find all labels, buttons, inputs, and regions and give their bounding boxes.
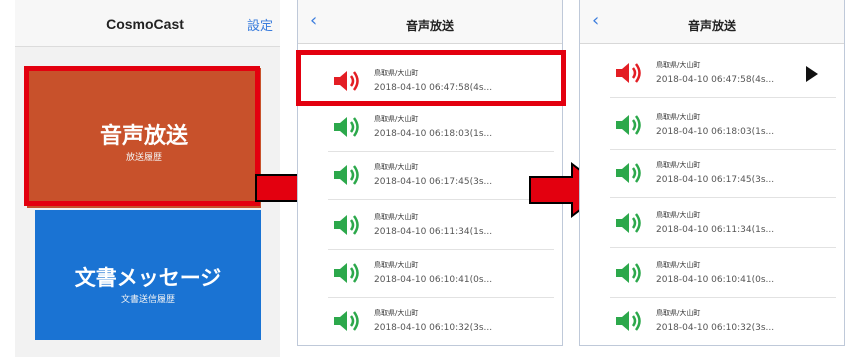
speaker-icon [616,311,641,331]
home-header: CosmoCast 設定 [15,0,280,47]
item-location: 鳥取県/大山町 [374,309,419,317]
item-location: 鳥取県/大山町 [374,213,419,221]
item-location: 鳥取県/大山町 [374,261,419,269]
speaker-icon [616,263,641,283]
item-location: 鳥取県/大山町 [656,261,701,269]
item-datetime: 2018-04-10 06:18:03(1s... [374,129,493,139]
item-datetime: 2018-04-10 06:17:45(3s... [374,177,493,187]
audio-list-screen-playing: ‹ 音声放送 鳥取県/大山町 2018-04-10 06:47:58(4s...… [579,0,845,346]
speaker-icon [616,163,641,183]
app-title: CosmoCast [106,16,184,32]
settings-button[interactable]: 設定 [247,15,273,34]
list-item[interactable]: 鳥取県/大山町 2018-04-10 06:18:03(1s... [580,100,844,150]
document-message-tile[interactable]: 文書メッセージ 文書送信履歴 [35,210,261,340]
item-datetime: 2018-04-10 06:10:41(0s... [374,275,493,285]
speaker-icon [334,117,359,137]
tile-highlight-box [24,66,260,206]
list-item[interactable]: 鳥取県/大山町 2018-04-10 06:10:41(0s... [580,248,844,298]
item-datetime: 2018-04-10 06:11:34(1s... [374,227,493,237]
item-datetime: 2018-04-10 06:18:03(1s... [656,127,775,137]
list-item[interactable]: 鳥取県/大山町 2018-04-10 06:47:58(4s... [580,48,844,98]
speaker-icon [334,215,359,235]
list-item[interactable]: 鳥取県/大山町 2018-04-10 06:10:41(0s... [298,248,562,298]
item-datetime: 2018-04-10 06:10:32(3s... [656,323,775,333]
item-location: 鳥取県/大山町 [656,309,701,317]
item-datetime: 2018-04-10 06:10:41(0s... [656,275,775,285]
item-datetime: 2018-04-10 06:17:45(3s... [656,175,775,185]
speaker-icon [334,165,359,185]
list-item[interactable]: 鳥取県/大山町 2018-04-10 06:18:03(1s... [298,102,562,152]
item-highlight-box [296,50,566,106]
item-location: 鳥取県/大山町 [656,211,701,219]
list-item[interactable]: 鳥取県/大山町 2018-04-10 06:10:32(3s... [580,296,844,346]
list-item[interactable]: 鳥取県/大山町 2018-04-10 06:11:34(1s... [580,198,844,248]
list-item[interactable]: 鳥取県/大山町 2018-04-10 06:17:45(3s... [580,148,844,198]
item-location: 鳥取県/大山町 [656,161,701,169]
nav-title: 音声放送 [405,19,454,33]
item-location: 鳥取県/大山町 [656,113,701,121]
doc-tile-title: 文書メッセージ [74,266,222,290]
list-item[interactable]: 鳥取県/大山町 2018-04-10 06:11:34(1s... [298,200,562,250]
list-item[interactable]: 鳥取県/大山町 2018-04-10 06:17:45(3s... [298,150,562,200]
speaker-icon [616,115,641,135]
item-datetime: 2018-04-10 06:11:34(1s... [656,225,775,235]
speaker-icon [616,213,641,233]
speaker-icon [616,63,641,83]
divider [610,97,836,98]
item-location: 鳥取県/大山町 [374,163,419,171]
nav-bar: ‹ 音声放送 [580,0,844,44]
nav-title: 音声放送 [687,19,736,33]
speaker-icon [334,311,359,331]
nav-bar: ‹ 音声放送 [298,0,562,44]
item-datetime: 2018-04-10 06:10:32(3s... [374,323,493,333]
item-location: 鳥取県/大山町 [656,61,701,69]
doc-tile-subtitle: 文書送信履歴 [120,295,175,305]
list-item[interactable]: 鳥取県/大山町 2018-04-10 06:10:32(3s... [298,296,562,346]
play-icon[interactable] [806,66,818,82]
speaker-icon [334,263,359,283]
item-datetime: 2018-04-10 06:47:58(4s... [656,75,775,85]
item-location: 鳥取県/大山町 [374,115,419,123]
